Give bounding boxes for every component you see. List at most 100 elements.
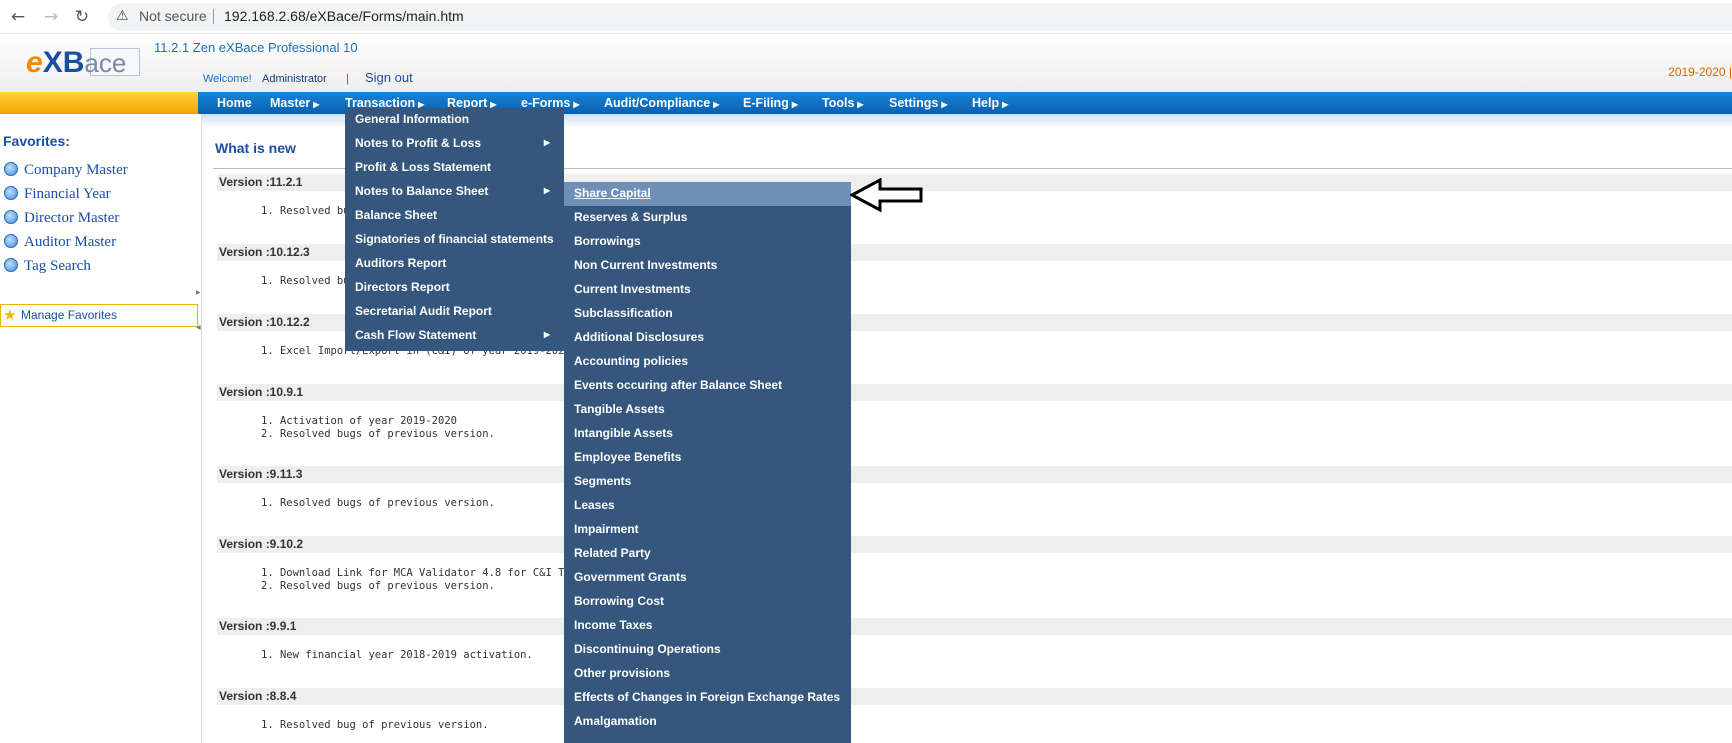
menu-item-signatories[interactable]: Signatories of financial statements bbox=[345, 228, 564, 252]
orange-strip bbox=[0, 92, 198, 114]
menu-item-cash-flow-statement[interactable]: Cash Flow Statement ▶ bbox=[345, 324, 564, 348]
favorite-director-master[interactable]: Director Master bbox=[4, 210, 119, 230]
submenu-item-other-provisions[interactable]: Other provisions bbox=[564, 662, 851, 686]
version-header: Version :9.9.1 bbox=[217, 618, 1732, 635]
splitter-handle-icon[interactable]: ▶ ◀ bbox=[196, 289, 201, 331]
submenu-item-income-taxes[interactable]: Income Taxes bbox=[564, 614, 851, 638]
balance-sheet-notes-submenu: Share Capital Reserves & Surplus Borrowi… bbox=[564, 182, 851, 743]
menu-item-profit-loss-statement[interactable]: Profit & Loss Statement bbox=[345, 156, 564, 180]
menu-arrow-icon: ▶ bbox=[857, 100, 864, 109]
forward-arrow-icon[interactable]: → bbox=[37, 3, 65, 31]
security-status[interactable]: Not secure bbox=[139, 8, 207, 24]
address-separator bbox=[213, 9, 214, 24]
submenu-item-leases[interactable]: Leases bbox=[564, 494, 851, 518]
submenu-item-discontinuing-operations[interactable]: Discontinuing Operations bbox=[564, 638, 851, 662]
app-header: eXBace 11.2.1 Zen eXBace Professional 10… bbox=[0, 34, 1732, 92]
circle-arrow-icon bbox=[4, 258, 18, 272]
header-separator: | bbox=[346, 73, 349, 85]
version-header: Version :8.8.4 bbox=[217, 688, 1732, 705]
star-icon: ★ bbox=[3, 307, 17, 324]
submenu-item-foreign-exchange-effects[interactable]: Effects of Changes in Foreign Exchange R… bbox=[564, 686, 851, 710]
menu-arrow-icon: ▶ bbox=[1002, 100, 1009, 109]
submenu-item-intangible-assets[interactable]: Intangible Assets bbox=[564, 422, 851, 446]
version-header: Version :9.11.3 bbox=[217, 466, 1732, 483]
version-block: Version :10.9.1 1. Activation of year 20… bbox=[217, 384, 1732, 441]
welcome-label: Welcome! bbox=[203, 73, 252, 85]
submenu-item-amalgamation[interactable]: Amalgamation bbox=[564, 710, 851, 734]
submenu-item-additional-disclosures[interactable]: Additional Disclosures bbox=[564, 326, 851, 350]
version-block: Version :9.10.2 1. Download Link for MCA… bbox=[217, 536, 1732, 593]
submenu-item-reserves-surplus[interactable]: Reserves & Surplus bbox=[564, 206, 851, 230]
menu-item-notes-profit-loss[interactable]: Notes to Profit & Loss ▶ bbox=[345, 132, 564, 156]
submenu-item-current-investments[interactable]: Current Investments bbox=[564, 278, 851, 302]
version-notes: 1. New financial year 2018-2019 activati… bbox=[261, 649, 533, 661]
submenu-item-non-current-investments[interactable]: Non Current Investments bbox=[564, 254, 851, 278]
back-arrow-icon[interactable]: ← bbox=[4, 3, 32, 31]
pointing-arrow-icon bbox=[850, 178, 923, 213]
circle-arrow-icon bbox=[4, 162, 18, 176]
submenu-item-impairment[interactable]: Impairment bbox=[564, 518, 851, 542]
favorite-tag-search[interactable]: Tag Search bbox=[4, 258, 91, 278]
menu-home[interactable]: Home bbox=[217, 92, 252, 114]
submenu-arrow-icon: ▶ bbox=[543, 186, 550, 195]
version-block: Version :9.11.3 1. Resolved bugs of prev… bbox=[217, 466, 1732, 510]
submenu-item-segments[interactable]: Segments bbox=[564, 470, 851, 494]
version-header: Version :10.9.1 bbox=[217, 384, 1732, 401]
submenu-item-employee-benefits[interactable]: Employee Benefits bbox=[564, 446, 851, 470]
submenu-item-subclassification[interactable]: Subclassification bbox=[564, 302, 851, 326]
submenu-item-government-grants[interactable]: Government Grants bbox=[564, 566, 851, 590]
favorite-auditor-master[interactable]: Auditor Master bbox=[4, 234, 116, 254]
financial-year-label: 2019-2020 | bbox=[1668, 65, 1732, 79]
submenu-arrow-icon: ▶ bbox=[543, 330, 550, 339]
circle-arrow-icon bbox=[4, 186, 18, 200]
submenu-arrow-icon: ▶ bbox=[543, 138, 550, 147]
version-block: Version :9.9.1 1. New financial year 201… bbox=[217, 618, 1732, 662]
submenu-item-accounting-policies[interactable]: Accounting policies bbox=[564, 350, 851, 374]
version-block: Version :8.8.4 1. Resolved bug of previo… bbox=[217, 688, 1732, 732]
product-title: 11.2.1 Zen eXBace Professional 10 bbox=[154, 40, 358, 55]
menu-arrow-icon: ▶ bbox=[313, 100, 320, 109]
submenu-item-related-party[interactable]: Related Party bbox=[564, 542, 851, 566]
favorite-company-master[interactable]: Company Master bbox=[4, 162, 128, 182]
menu-help[interactable]: Help ▶ bbox=[972, 92, 1008, 114]
menu-item-directors-report[interactable]: Directors Report bbox=[345, 276, 564, 300]
menu-master[interactable]: Master ▶ bbox=[270, 92, 319, 114]
manage-favorites-button[interactable]: ★ Manage Favorites bbox=[0, 304, 198, 327]
menu-arrow-icon: ▶ bbox=[791, 100, 798, 109]
browser-toolbar: ← → ↻ ⚠ Not secure 192.168.2.68/eXBace/F… bbox=[0, 0, 1732, 34]
menu-audit-compliance[interactable]: Audit/Compliance ▶ bbox=[604, 92, 719, 114]
warning-icon[interactable]: ⚠ bbox=[116, 8, 129, 24]
favorite-financial-year[interactable]: Financial Year bbox=[4, 186, 111, 206]
version-notes: 1. Resolved bugs of previous version. bbox=[261, 497, 495, 509]
submenu-item-events-after-balance-sheet[interactable]: Events occuring after Balance Sheet bbox=[564, 374, 851, 398]
menu-tools[interactable]: Tools ▶ bbox=[822, 92, 864, 114]
transaction-dropdown: General Information Notes to Profit & Lo… bbox=[345, 108, 564, 351]
menu-arrow-icon: ▶ bbox=[713, 100, 720, 109]
favorites-sidebar: Favorites: Company Master Financial Year… bbox=[0, 114, 202, 743]
favorites-title: Favorites: bbox=[3, 133, 70, 149]
signout-link[interactable]: Sign out bbox=[365, 70, 413, 85]
exbace-logo: eXBace bbox=[26, 46, 127, 79]
menu-item-auditors-report[interactable]: Auditors Report bbox=[345, 252, 564, 276]
submenu-item-share-capital[interactable]: Share Capital bbox=[564, 182, 851, 206]
reload-icon[interactable]: ↻ bbox=[68, 3, 96, 31]
version-header: Version :9.10.2 bbox=[217, 536, 1732, 553]
circle-arrow-icon bbox=[4, 210, 18, 224]
menu-item-secretarial-audit-report[interactable]: Secretarial Audit Report bbox=[345, 300, 564, 324]
menu-settings[interactable]: Settings ▶ bbox=[889, 92, 947, 114]
user-name: Administrator bbox=[262, 73, 327, 85]
menu-item-balance-sheet[interactable]: Balance Sheet bbox=[345, 204, 564, 228]
menu-arrow-icon: ▶ bbox=[573, 100, 580, 109]
menu-item-general-information[interactable]: General Information bbox=[345, 108, 564, 132]
menu-arrow-icon: ▶ bbox=[941, 100, 948, 109]
menu-efiling[interactable]: E-Filing ▶ bbox=[743, 92, 798, 114]
url-text[interactable]: 192.168.2.68/eXBace/Forms/main.htm bbox=[224, 8, 464, 24]
submenu-item-tangible-assets[interactable]: Tangible Assets bbox=[564, 398, 851, 422]
version-notes: 1. Resolved bug of previous version. bbox=[261, 719, 489, 731]
submenu-item-borrowings[interactable]: Borrowings bbox=[564, 230, 851, 254]
menu-item-notes-balance-sheet[interactable]: Notes to Balance Sheet ▶ bbox=[345, 180, 564, 204]
version-notes: 1. Download Link for MCA Validator 4.8 f… bbox=[261, 567, 609, 592]
circle-arrow-icon bbox=[4, 234, 18, 248]
version-notes: 1. Activation of year 2019-2020 2. Resol… bbox=[261, 415, 495, 440]
submenu-item-borrowing-cost[interactable]: Borrowing Cost bbox=[564, 590, 851, 614]
